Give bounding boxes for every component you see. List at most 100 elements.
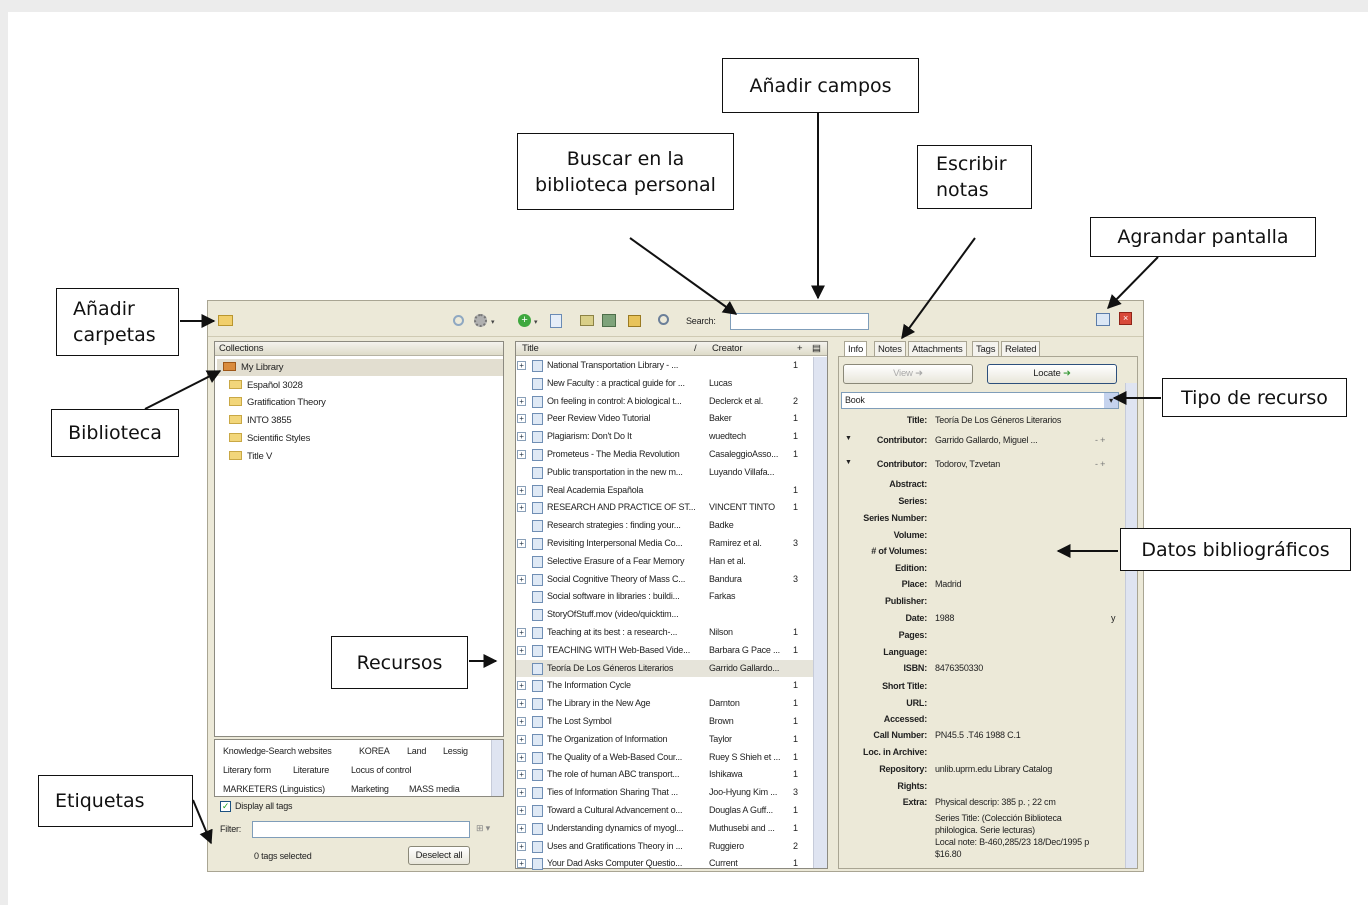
locate-button[interactable]: Locate ➜ xyxy=(987,364,1117,384)
expand-toggle-icon[interactable]: + xyxy=(517,396,526,406)
collection-my-library[interactable]: My Library xyxy=(217,359,503,376)
field-value[interactable]: Todorov, Tzvetan xyxy=(935,459,1000,469)
close-icon[interactable]: × xyxy=(1119,312,1132,325)
tab-attachments[interactable]: Attachments xyxy=(908,341,967,357)
table-row[interactable]: + Uses and Gratifications Theory in ... Ru… xyxy=(516,838,813,856)
gear-icon[interactable] xyxy=(474,314,487,327)
new-item-menu-icon[interactable]: ▾ xyxy=(534,318,538,326)
tab-tags[interactable]: Tags xyxy=(972,341,1000,357)
table-row[interactable]: Public transportation in the new m... Luy… xyxy=(516,464,813,482)
column-title[interactable]: Title xyxy=(522,342,539,355)
expand-toggle-icon[interactable]: + xyxy=(517,699,526,709)
table-row[interactable]: + The Lost Symbol Brown 1 xyxy=(516,713,813,731)
table-row[interactable]: Teoría De Los Géneros Literarios Garrido … xyxy=(516,659,813,678)
table-row[interactable]: Social software in libraries : buildi...… xyxy=(516,588,813,606)
field-value[interactable]: Garrido Gallardo, Miguel ... xyxy=(935,435,1038,445)
collection-into-3855[interactable]: INTO 3855 xyxy=(229,412,292,429)
table-row[interactable]: + Peer Review Video Tutorial Baker 1 xyxy=(516,410,813,428)
expand-toggle-icon[interactable]: + xyxy=(517,823,526,833)
expand-toggle-icon[interactable]: + xyxy=(517,734,526,744)
table-row[interactable]: + Ties of Information Sharing That ... Joo… xyxy=(516,784,813,802)
add-by-identifier-icon[interactable] xyxy=(550,314,562,328)
table-row[interactable]: + Plagiarism: Don't Do It wuedtech 1 xyxy=(516,428,813,446)
table-row[interactable]: + Revisiting Interpersonal Media Co... Ram… xyxy=(516,535,813,553)
table-row[interactable]: StoryOfStuff.mov (video/quicktim... xyxy=(516,606,813,624)
tag-item[interactable]: Lessig xyxy=(443,746,468,756)
column-picker-icon[interactable]: ▤ xyxy=(812,342,821,355)
tag-item[interactable]: Knowledge-Search websites xyxy=(223,746,332,756)
expand-toggle-icon[interactable]: + xyxy=(517,788,526,798)
expand-toggle-icon[interactable]: + xyxy=(517,770,526,780)
table-row[interactable]: + Prometeus - The Media Revolution Casaleg… xyxy=(516,446,813,464)
contributor-toggle-icon[interactable]: ▼ xyxy=(845,459,852,466)
refresh-icon[interactable] xyxy=(453,315,464,326)
tag-actions-icon[interactable]: ⊞ ▾ xyxy=(476,823,490,834)
add-remove-creator-icon[interactable]: - + xyxy=(1095,459,1105,469)
advanced-search-icon[interactable] xyxy=(658,314,669,325)
expand-toggle-icon[interactable]: + xyxy=(517,450,526,459)
tag-item[interactable]: KOREA xyxy=(359,746,390,756)
deselect-all-button[interactable]: Deselect all xyxy=(408,846,470,865)
tag-item[interactable]: Literary form xyxy=(223,765,271,775)
item-scrollbar[interactable] xyxy=(1125,383,1137,868)
expand-toggle-icon[interactable]: + xyxy=(517,859,526,869)
field-value[interactable]: Madrid xyxy=(935,579,962,589)
table-row[interactable]: + RESEARCH AND PRACTICE OF ST... VINCENT T… xyxy=(516,499,813,517)
view-button[interactable]: View ➜ xyxy=(843,364,973,384)
table-row[interactable]: + The Organization of Information Taylor 1 xyxy=(516,731,813,749)
column-notes-icon[interactable]: + xyxy=(797,342,803,355)
tag-scrollbar[interactable] xyxy=(491,740,503,796)
field-value[interactable]: PN45.5 .T46 1988 C.1 xyxy=(935,730,1021,740)
field-value[interactable]: Physical descrip: 385 p. ; 22 cm xyxy=(935,797,1056,807)
collection-gratification-theory[interactable]: Gratification Theory xyxy=(229,394,326,411)
expand-toggle-icon[interactable]: + xyxy=(517,645,526,655)
expand-toggle-icon[interactable]: + xyxy=(517,414,526,424)
field-value[interactable]: unlib.uprm.edu Library Catalog xyxy=(935,764,1052,774)
expand-toggle-icon[interactable]: + xyxy=(517,539,526,548)
tag-item[interactable]: Land xyxy=(407,746,426,756)
tab-notes[interactable]: Notes xyxy=(874,341,906,357)
collection-scientific-styles[interactable]: Scientific Styles xyxy=(229,430,310,447)
chevron-down-icon[interactable]: ▾ xyxy=(491,318,495,326)
table-row[interactable]: + Real Academia Española 1 xyxy=(516,482,813,500)
table-row[interactable]: + The Information Cycle 1 xyxy=(516,677,813,695)
items-scrollbar[interactable] xyxy=(813,357,827,868)
table-row[interactable]: + National Transportation Library - ... 1 xyxy=(516,357,813,375)
attachment-icon[interactable] xyxy=(602,314,616,327)
new-item-icon[interactable]: + xyxy=(518,314,531,327)
tab-info[interactable]: Info xyxy=(844,341,868,357)
table-row[interactable]: + TEACHING WITH Web-Based Vide... Barbara … xyxy=(516,642,813,660)
expand-toggle-icon[interactable]: + xyxy=(517,841,526,851)
expand-toggle-icon[interactable]: + xyxy=(517,485,526,495)
search-input[interactable] xyxy=(730,313,869,330)
table-row[interactable]: + Teaching at its best : a research-... Ni… xyxy=(516,624,813,642)
tag-item[interactable]: Marketing xyxy=(351,784,389,794)
collection-espanol-3028[interactable]: Español 3028 xyxy=(229,377,303,394)
table-row[interactable]: New Faculty : a practical guide for ... L… xyxy=(516,375,813,393)
expand-toggle-icon[interactable]: + xyxy=(517,574,526,584)
tag-item[interactable]: MARKETERS (Linguistics) xyxy=(223,784,345,794)
table-row[interactable]: Selective Erasure of a Fear Memory Han et… xyxy=(516,553,813,571)
table-row[interactable]: + Understanding dynamics of myogl... Muthu… xyxy=(516,820,813,838)
contributor-toggle-icon[interactable]: ▼ xyxy=(845,435,852,442)
add-remove-creator-icon[interactable]: - + xyxy=(1095,435,1105,445)
expand-toggle-icon[interactable]: + xyxy=(517,752,526,762)
expand-toggle-icon[interactable]: + xyxy=(517,432,526,442)
expand-toggle-icon[interactable]: + xyxy=(517,361,526,370)
field-value[interactable]: Teoría De Los Géneros Literarios xyxy=(935,415,1061,425)
table-row[interactable]: Research strategies : finding your... Bad… xyxy=(516,517,813,535)
new-collection-icon[interactable] xyxy=(218,315,233,326)
field-value[interactable]: 1988 xyxy=(935,613,954,623)
expand-toggle-icon[interactable]: + xyxy=(517,628,526,637)
tag-filter-input[interactable] xyxy=(252,821,470,838)
collection-title-v[interactable]: Title V xyxy=(229,448,272,465)
tag-item[interactable]: Literature xyxy=(293,765,329,775)
create-bibliography-icon[interactable] xyxy=(628,315,641,327)
tag-item[interactable]: MASS media xyxy=(409,784,460,794)
tag-item[interactable]: Locus of control xyxy=(351,765,412,775)
table-row[interactable]: + The Quality of a Web-Based Cour... Ruey … xyxy=(516,749,813,767)
tab-related[interactable]: Related xyxy=(1001,341,1041,357)
display-all-checkbox[interactable]: ✓ xyxy=(220,801,231,812)
column-creator[interactable]: Creator xyxy=(712,342,742,355)
expand-toggle-icon[interactable]: + xyxy=(517,681,526,691)
